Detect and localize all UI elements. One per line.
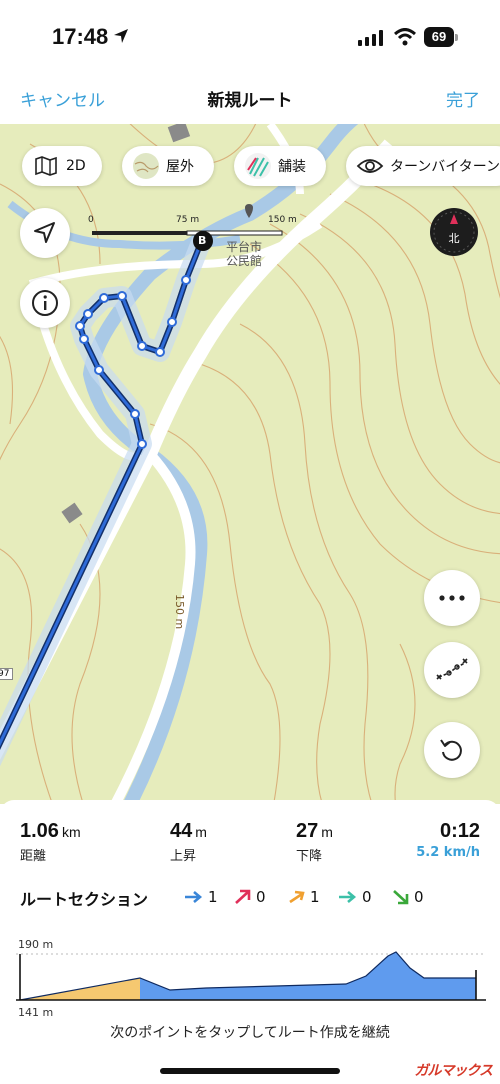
contour-lines (0, 124, 500, 804)
route-summary-panel: 1.06 km 距離 44 m 上昇 27 m 下降 0:12 5.2 km/h ルー… (0, 800, 500, 1084)
instruction-text: 次のポイントをタップしてルート作成を継続 (110, 1025, 390, 1041)
elevation-profile[interactable] (16, 936, 486, 1016)
section-count: 0 (362, 888, 372, 906)
map-canvas[interactable] (0, 124, 500, 804)
battery-indicator: 69 (424, 27, 458, 47)
page-title: 新規ルート (207, 91, 293, 111)
battery-level: 69 (424, 27, 454, 47)
map-fold-icon (35, 156, 57, 176)
paved-surface-icon (245, 153, 271, 179)
section-count: 1 (208, 888, 218, 906)
section-count: 1 (310, 888, 320, 906)
profile-max-label: 190 m (18, 938, 54, 951)
building (167, 124, 191, 143)
section-count: 0 (414, 888, 424, 906)
stat-ascent: 44 m 上昇 (170, 820, 207, 864)
scale-label-150: 150 m (268, 215, 297, 225)
arrow-right-icon (185, 891, 203, 903)
watermark: ガルマックス (414, 1063, 493, 1079)
battery-tip (455, 34, 458, 41)
nav-bar: キャンセル 新規ルート 完了 (0, 76, 500, 124)
home-indicator[interactable] (160, 1068, 340, 1074)
info-button[interactable] (20, 278, 70, 328)
flat-segment (140, 952, 476, 1000)
section-item: 0 (392, 888, 424, 906)
outdoor-label: 屋外 (166, 159, 194, 175)
outdoor-map-icon (133, 153, 159, 179)
status-time: 17:48 (52, 24, 109, 49)
arrow-down-right-icon (393, 890, 409, 905)
undo-button[interactable] (424, 722, 480, 778)
speed-value: 5.2 km/h (416, 845, 480, 860)
turn-by-turn-label: ターンバイターン (390, 159, 500, 175)
compass-button[interactable]: 北 (430, 208, 478, 256)
route-points-button[interactable] (424, 642, 480, 698)
status-bar: 17:48 69 (0, 0, 500, 76)
arrow-up-right-icon (235, 889, 251, 904)
duration-value: 0:12 (439, 820, 480, 842)
ascent-value-row: 44 m (170, 820, 207, 843)
ascent-label: 上昇 (170, 849, 197, 864)
location-arrow-icon (114, 29, 128, 43)
poi-label[interactable]: 平台市 公民館 (226, 240, 262, 268)
outdoor-map-chip[interactable]: 屋外 (122, 146, 214, 186)
scale-bar (92, 230, 283, 236)
distance-marker: 150 m (173, 594, 186, 630)
paved-label: 舗装 (278, 159, 306, 175)
undo-icon (440, 739, 462, 761)
wifi-icon (394, 28, 416, 46)
view-2d-label: 2D (66, 158, 86, 174)
building (61, 502, 83, 524)
info-icon (32, 290, 58, 316)
elevation-chart (16, 951, 486, 1001)
done-button[interactable]: 完了 (446, 86, 480, 111)
road-number: 97 (0, 668, 14, 680)
view-2d-chip[interactable]: 2D (22, 146, 102, 186)
descent-unit: m (321, 824, 333, 840)
section-item: 1 (184, 888, 218, 906)
ascent-unit: m (195, 824, 207, 840)
scale-label-0: 0 (88, 215, 94, 225)
distance-value-row: 1.06 km (20, 820, 81, 843)
descent-label: 下降 (296, 849, 323, 864)
ascent-value: 44 (170, 820, 193, 842)
eye-icon (356, 159, 384, 173)
stat-distance: 1.06 km 距離 (20, 820, 81, 864)
distance-label: 距離 (20, 849, 47, 864)
route-sections-title: ルートセクション (20, 890, 149, 909)
navigation-arrow-icon (34, 222, 55, 243)
paved-surface-chip[interactable]: 舗装 (234, 146, 326, 186)
distance-value: 1.06 (20, 820, 59, 842)
arrow-right-icon (339, 891, 357, 903)
end-marker-label: B (198, 234, 207, 247)
section-item: 0 (234, 888, 266, 906)
distance-unit: km (61, 824, 81, 840)
map-view[interactable]: 0 75 m 150 m B 平台市 公民館 97 150 m 2D 屋外 舗装… (0, 124, 500, 804)
locate-button[interactable] (20, 208, 70, 258)
scale-label-75: 75 m (176, 215, 200, 225)
section-item: 1 (288, 888, 320, 906)
stat-duration: 0:12 5.2 km/h (416, 820, 480, 860)
more-options-button[interactable] (424, 570, 480, 626)
descent-value: 27 (296, 820, 319, 842)
arrow-up-right-icon (289, 890, 305, 904)
profile-min-label: 141 m (18, 1006, 54, 1019)
stat-descent: 27 m 下降 (296, 820, 333, 864)
more-dots-icon (439, 595, 465, 601)
section-count: 0 (256, 888, 266, 906)
turn-by-turn-chip[interactable]: ターンバイターン (346, 146, 500, 186)
section-item: 0 (338, 888, 372, 906)
descent-value-row: 27 m (296, 820, 333, 843)
route-points-icon (436, 658, 468, 680)
compass-label: 北 (448, 232, 460, 245)
signal-icon (358, 30, 383, 46)
